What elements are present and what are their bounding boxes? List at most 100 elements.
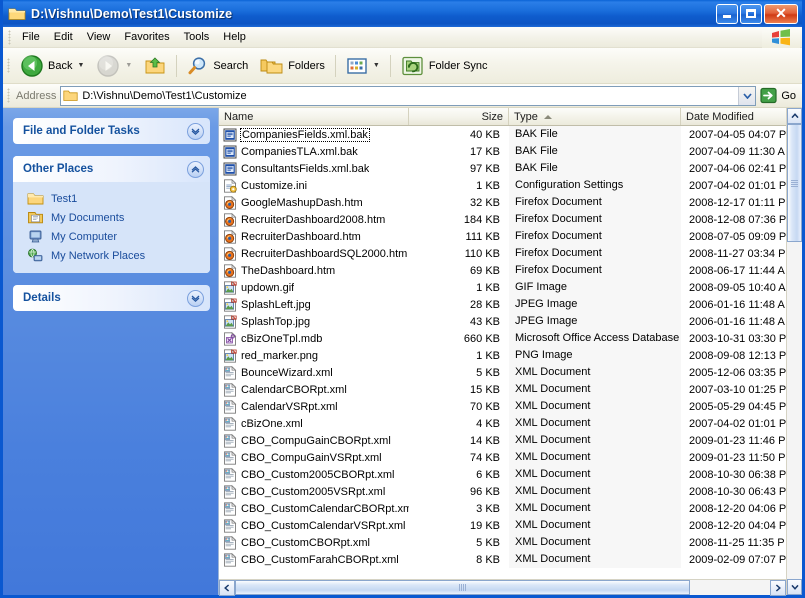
cell-name[interactable]: RecruiterDashboard2008.htm <box>219 212 409 227</box>
cell-name[interactable]: CBO_CompuGainCBORpt.xml <box>219 433 409 448</box>
cell-name[interactable]: SplashTop.jpg <box>219 314 409 329</box>
table-row[interactable]: red_marker.png 1 KB PNG Image 2008-09-08 12… <box>219 347 802 364</box>
panel-header-other-places[interactable]: Other Places <box>13 156 210 182</box>
chevron-down-icon[interactable]: ▼ <box>77 62 84 69</box>
cell-name[interactable]: CompaniesTLA.xml.bak <box>219 145 409 159</box>
go-button[interactable]: Go <box>756 87 800 104</box>
windows-flag-button[interactable] <box>762 27 800 48</box>
cell-name[interactable]: CalendarCBORpt.xml <box>219 382 409 397</box>
cell-name[interactable]: Customize.ini <box>219 178 409 193</box>
table-row[interactable]: CompaniesFields.xml.bak 40 KB BAK File 2007… <box>219 126 802 143</box>
menu-edit[interactable]: Edit <box>47 29 80 45</box>
panel-header-details[interactable]: Details <box>13 285 210 311</box>
place-item-my-computer[interactable]: My Computer <box>13 227 210 246</box>
cell-name[interactable]: CBO_CustomFarahCBORpt.xml <box>219 552 409 567</box>
table-row[interactable]: CalendarCBORpt.xml 15 KB XML Document 2007-… <box>219 381 802 398</box>
horizontal-scroll-track[interactable] <box>235 580 770 595</box>
cell-name[interactable]: cBizOne.xml <box>219 416 409 431</box>
address-dropdown-button[interactable] <box>738 86 756 105</box>
table-row[interactable]: SplashTop.jpg 43 KB JPEG Image 2006-01-16 1… <box>219 313 802 330</box>
cell-name[interactable]: CompaniesFields.xml.bak <box>219 127 409 142</box>
table-row[interactable]: CompaniesTLA.xml.bak 17 KB BAK File 2007-04… <box>219 143 802 160</box>
forward-button[interactable]: ▼ <box>90 51 138 81</box>
scroll-right-button[interactable] <box>770 580 786 596</box>
scroll-up-button[interactable] <box>787 108 802 124</box>
table-row[interactable]: BounceWizard.xml 5 KB XML Document 2005-12-… <box>219 364 802 381</box>
table-row[interactable]: cBizOneTpl.mdb 660 KB Microsoft Office Acc… <box>219 330 802 347</box>
toolbar-grip-handle[interactable] <box>7 58 10 73</box>
views-button[interactable]: ▼ <box>340 51 386 81</box>
address-input[interactable]: D:\Vishnu\Demo\Test1\Customize <box>60 85 757 106</box>
panel-header-file-and-folder-tasks[interactable]: File and Folder Tasks <box>13 118 210 144</box>
table-row[interactable]: CalendarVSRpt.xml 70 KB XML Document 2005-0… <box>219 398 802 415</box>
table-row[interactable]: CBO_CustomFarahCBORpt.xml 8 KB XML Documen… <box>219 551 802 568</box>
menu-view[interactable]: View <box>80 29 118 45</box>
menu-grip-handle[interactable] <box>8 29 11 45</box>
cell-name[interactable]: TheDashboard.htm <box>219 263 409 278</box>
menu-favorites[interactable]: Favorites <box>117 29 176 45</box>
column-header-name[interactable]: Name <box>219 108 409 125</box>
cell-name[interactable]: CBO_CompuGainVSRpt.xml <box>219 450 409 465</box>
column-header-size[interactable]: Size <box>409 108 509 125</box>
menu-help[interactable]: Help <box>216 29 253 45</box>
menu-tools[interactable]: Tools <box>177 29 217 45</box>
cell-name[interactable]: CBO_CustomCalendarVSRpt.xml <box>219 518 409 533</box>
column-header-date-modified[interactable]: Date Modified <box>681 108 802 125</box>
horizontal-scroll-thumb[interactable] <box>235 580 690 595</box>
horizontal-scrollbar[interactable] <box>219 579 802 596</box>
cell-name[interactable]: CBO_Custom2005CBORpt.xml <box>219 467 409 482</box>
address-grip-handle[interactable] <box>7 88 10 103</box>
table-row[interactable]: CBO_CompuGainCBORpt.xml 14 KB XML Document… <box>219 432 802 449</box>
table-row[interactable]: ConsultantsFields.xml.bak 97 KB BAK File 20… <box>219 160 802 177</box>
cell-name[interactable]: GoogleMashupDash.htm <box>219 195 409 210</box>
table-row[interactable]: GoogleMashupDash.htm 32 KB Firefox Documen… <box>219 194 802 211</box>
table-row[interactable]: CBO_Custom2005CBORpt.xml 6 KB XML Document… <box>219 466 802 483</box>
up-one-level-button[interactable] <box>138 51 172 81</box>
scroll-down-button[interactable] <box>787 579 802 595</box>
maximize-button[interactable] <box>740 3 762 24</box>
chevron-down-icon[interactable] <box>187 289 204 307</box>
place-item-my-network-places[interactable]: My Network Places <box>13 246 210 265</box>
table-row[interactable]: CBO_CustomCalendarVSRpt.xml 19 KB XML Docu… <box>219 517 802 534</box>
cell-name[interactable]: RecruiterDashboardSQL2000.htm <box>219 246 409 261</box>
cell-name[interactable]: updown.gif <box>219 280 409 295</box>
table-row[interactable]: updown.gif 1 KB GIF Image 2008-09-05 10:40 … <box>219 279 802 296</box>
chevron-down-icon[interactable]: ▼ <box>373 62 380 69</box>
cell-name[interactable]: ConsultantsFields.xml.bak <box>219 162 409 176</box>
table-row[interactable]: CBO_Custom2005VSRpt.xml 96 KB XML Document… <box>219 483 802 500</box>
place-item-my-documents[interactable]: My Documents <box>13 208 210 227</box>
cell-name[interactable]: SplashLeft.jpg <box>219 297 409 312</box>
close-button[interactable]: ✕ <box>764 3 798 24</box>
cell-name[interactable]: cBizOneTpl.mdb <box>219 331 409 346</box>
table-row[interactable]: Customize.ini 1 KB Configuration Settings 2… <box>219 177 802 194</box>
cell-name[interactable]: RecruiterDashboard.htm <box>219 229 409 244</box>
table-row[interactable]: CBO_CompuGainVSRpt.xml 74 KB XML Document 2… <box>219 449 802 466</box>
table-row[interactable]: CBO_CustomCalendarCBORpt.xml 3 KB XML Docu… <box>219 500 802 517</box>
place-item-test1[interactable]: Test1 <box>13 189 210 208</box>
cell-name[interactable]: CBO_Custom2005VSRpt.xml <box>219 484 409 499</box>
cell-name[interactable]: CBO_CustomCalendarCBORpt.xml <box>219 501 409 516</box>
vertical-scrollbar[interactable] <box>786 108 802 595</box>
cell-name[interactable]: CalendarVSRpt.xml <box>219 399 409 414</box>
menu-file[interactable]: File <box>15 29 47 45</box>
table-row[interactable]: SplashLeft.jpg 28 KB JPEG Image 2006-01-16 … <box>219 296 802 313</box>
column-header-type[interactable]: Type <box>509 108 681 125</box>
folders-button[interactable]: Folders <box>254 51 331 81</box>
scroll-left-button[interactable] <box>219 580 235 596</box>
folder-sync-button[interactable]: Folder Sync <box>395 51 494 81</box>
search-button[interactable]: Search <box>181 51 254 81</box>
cell-name[interactable]: BounceWizard.xml <box>219 365 409 380</box>
table-row[interactable]: RecruiterDashboard2008.htm 184 KB Firefox … <box>219 211 802 228</box>
table-row[interactable]: TheDashboard.htm 69 KB Firefox Document 200… <box>219 262 802 279</box>
chevron-down-icon[interactable] <box>187 122 204 140</box>
table-row[interactable]: CBO_CustomCBORpt.xml 5 KB XML Document 2008… <box>219 534 802 551</box>
table-row[interactable]: RecruiterDashboardSQL2000.htm 110 KB Firef… <box>219 245 802 262</box>
cell-name[interactable]: CBO_CustomCBORpt.xml <box>219 535 409 550</box>
table-row[interactable]: cBizOne.xml 4 KB XML Document 2007-04-02 01… <box>219 415 802 432</box>
vertical-scroll-thumb[interactable] <box>787 124 802 242</box>
vertical-scroll-track[interactable] <box>787 124 802 579</box>
minimize-button[interactable] <box>716 3 738 24</box>
chevron-down-icon[interactable]: ▼ <box>125 62 132 69</box>
cell-name[interactable]: red_marker.png <box>219 348 409 363</box>
table-row[interactable]: RecruiterDashboard.htm 111 KB Firefox Docu… <box>219 228 802 245</box>
